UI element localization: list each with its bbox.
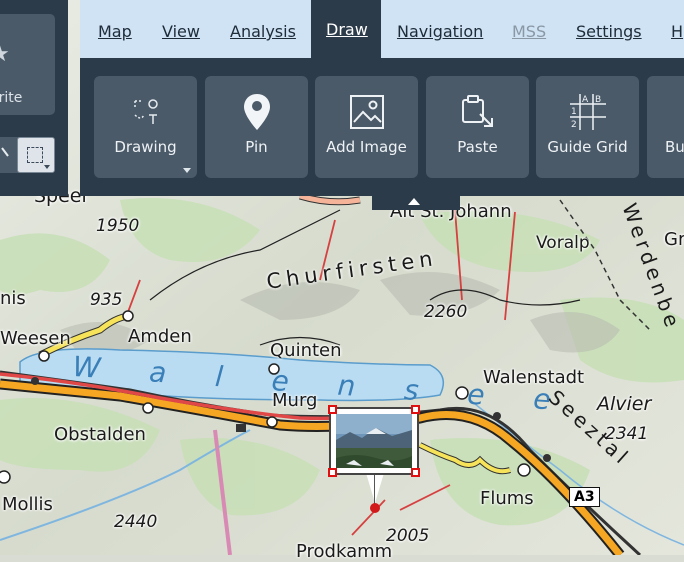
grid-number-1: 1: [571, 107, 577, 117]
place-gr: Gr: [664, 229, 684, 250]
bu-label: Bu: [665, 138, 684, 156]
resize-handle-top-right[interactable]: [411, 405, 420, 414]
image-marker-pointer: [366, 473, 384, 503]
place-alvier: Alvier: [597, 393, 652, 415]
paste-button[interactable]: Paste: [426, 76, 529, 178]
grid-letter-a: A: [582, 95, 589, 105]
guide-grid-button[interactable]: A B 1 2 Guide Grid: [536, 76, 639, 178]
ribbon-flyout-tab: [372, 178, 460, 210]
place-weesen: Weesen: [0, 328, 71, 349]
elevation-2005: 2005: [386, 526, 430, 546]
paste-clipboard-icon: [426, 94, 529, 130]
place-amden: Amden: [128, 326, 192, 347]
place-prodkamm: Prodkamm: [296, 541, 393, 562]
guide-grid-label: Guide Grid: [547, 138, 628, 156]
menu-help[interactable]: H: [671, 22, 683, 41]
bu-button[interactable]: Bu: [647, 76, 684, 178]
image-icon: [315, 94, 418, 130]
image-thumbnail: [336, 414, 412, 468]
caret-up-icon: [408, 198, 420, 205]
elevation-2260: 2260: [424, 302, 468, 322]
chevron-down-icon: [183, 168, 191, 173]
star-icon: ★: [0, 44, 12, 66]
elevation-2440: 2440: [114, 512, 158, 532]
pin-label: Pin: [245, 138, 268, 156]
grid-number-2: 2: [571, 120, 577, 130]
elevation-1950: 1950: [96, 216, 140, 236]
menu-mss: MSS: [512, 22, 547, 41]
add-image-label: Add Image: [326, 138, 407, 156]
resize-handle-top-left[interactable]: [328, 405, 337, 414]
guide-grid-icon: A B 1 2: [536, 94, 639, 130]
pin-button[interactable]: Pin: [205, 76, 308, 178]
elevation-935: 935: [90, 290, 123, 310]
menu-draw[interactable]: Draw: [326, 20, 368, 39]
favorite-label: orite: [0, 90, 23, 106]
menu-analysis[interactable]: Analysis: [230, 22, 296, 41]
menu-view[interactable]: View: [162, 22, 200, 41]
left-panel: ★ orite: [0, 0, 68, 196]
menu-settings[interactable]: Settings: [576, 22, 642, 41]
place-walenstadt: Walenstadt: [483, 367, 585, 388]
place-flums: Flums: [480, 488, 534, 509]
rectangle-select-button[interactable]: [17, 137, 55, 173]
zoom-icon[interactable]: [0, 146, 14, 162]
drawing-shapes-icon: [94, 94, 197, 130]
resize-handle-bottom-right[interactable]: [411, 468, 420, 477]
map-pin-icon: [205, 94, 308, 130]
image-marker-anchor[interactable]: [370, 503, 380, 513]
place-obstalden: Obstalden: [54, 424, 146, 445]
image-marker[interactable]: [329, 407, 419, 475]
image-marker-stem: [374, 475, 375, 505]
place-murg: Murg: [272, 390, 318, 411]
place-mollis: Mollis: [2, 494, 53, 515]
resize-handle-bottom-left[interactable]: [328, 468, 337, 477]
add-image-button[interactable]: Add Image: [315, 76, 418, 178]
place-voralp: Voralp: [536, 233, 590, 253]
menu-map[interactable]: Map: [98, 22, 132, 41]
place-nis: nis: [0, 288, 26, 309]
motorway-shield-a3: A3: [569, 487, 600, 507]
grid-letter-b: B: [595, 95, 601, 105]
drawing-button[interactable]: Drawing: [94, 76, 197, 178]
drawing-label: Drawing: [114, 138, 177, 156]
place-quinten: Quinten: [270, 340, 342, 361]
rectangle-select-icon: [27, 147, 43, 163]
paste-label: Paste: [457, 138, 498, 156]
favorite-button[interactable]: ★ orite: [0, 14, 55, 115]
menu-navigation[interactable]: Navigation: [397, 22, 483, 41]
chevron-down-icon: [44, 165, 50, 169]
